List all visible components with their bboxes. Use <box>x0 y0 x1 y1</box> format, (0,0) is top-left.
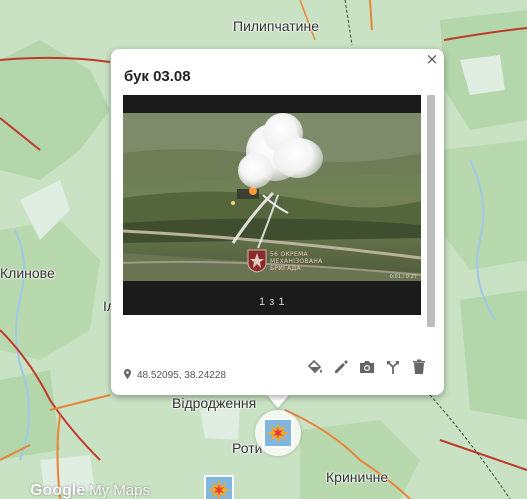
pencil-icon <box>335 360 348 373</box>
location-pin-icon <box>124 369 131 382</box>
google-wordmark: Google <box>30 482 86 499</box>
popup-title: бук 03.08 <box>124 68 191 85</box>
style-button[interactable] <box>306 358 324 376</box>
map-marker[interactable] <box>204 475 234 499</box>
explosion-icon <box>266 422 290 444</box>
directions-icon <box>387 361 399 374</box>
directions-button[interactable] <box>384 358 402 376</box>
edit-button[interactable] <box>332 358 350 376</box>
place-label: Відродження <box>172 395 257 411</box>
google-my-maps-logo: Google My Maps <box>30 482 150 499</box>
add-image-button[interactable] <box>358 358 376 376</box>
my-maps-wordmark: My Maps <box>89 482 150 499</box>
smoke-cloud <box>273 138 323 178</box>
camera-icon <box>360 361 374 373</box>
explosion-icon <box>207 479 231 499</box>
video-time: 0:01 / 0:27 <box>389 274 417 280</box>
paint-bucket-icon <box>307 359 322 374</box>
info-popup: × бук 03.08 56 ОКРЕМА МЕХАНІЗОВАНА БРИГА… <box>111 49 444 395</box>
smoke-cloud <box>238 153 273 188</box>
coordinates-value: 48.52095, 38.24228 <box>137 370 226 381</box>
coordinates: 48.52095, 38.24228 <box>124 369 226 382</box>
popup-scrollbar[interactable] <box>427 95 435 327</box>
delete-button[interactable] <box>410 358 428 376</box>
video-player[interactable]: 56 ОКРЕМА МЕХАНІЗОВАНА БРИГАДА 0:01 / 0:… <box>123 95 421 315</box>
place-label: Пилипчатине <box>233 18 319 34</box>
brigade-emblem-icon <box>247 249 267 273</box>
place-label: Клинове <box>0 265 55 281</box>
place-label: Криничне <box>326 469 389 485</box>
video-overlay-text: 56 ОКРЕМА МЕХАНІЗОВАНА БРИГАДА <box>270 251 323 272</box>
marker-badge <box>263 418 293 448</box>
close-button[interactable]: × <box>425 52 439 67</box>
selected-map-marker[interactable] <box>255 410 301 456</box>
popup-tail <box>266 394 290 408</box>
video-frame: 56 ОКРЕМА МЕХАНІЗОВАНА БРИГАДА 0:01 / 0:… <box>123 113 421 281</box>
trash-icon <box>413 359 425 374</box>
media-counter: 1 з 1 <box>259 296 285 308</box>
